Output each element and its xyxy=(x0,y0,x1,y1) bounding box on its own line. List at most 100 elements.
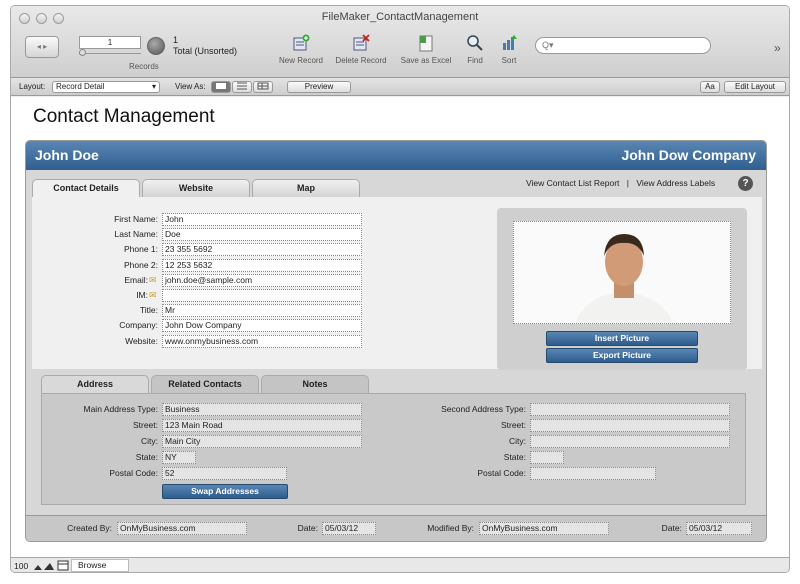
contact-header: John Doe John Dow Company xyxy=(26,141,766,170)
company-field[interactable]: John Dow Company xyxy=(162,319,362,333)
zoom-icon[interactable] xyxy=(33,561,55,571)
company-label: Company: xyxy=(119,320,158,331)
city-field[interactable]: Main City xyxy=(162,435,362,448)
first-name-field[interactable]: John xyxy=(162,213,362,226)
layout-bar: Layout: Record Detail ▾ View As: Preview … xyxy=(11,78,789,96)
sort-button[interactable]: Sort xyxy=(497,34,521,65)
contact-name: John Doe xyxy=(35,147,99,163)
created-by-field: OnMyBusiness.com xyxy=(117,522,247,535)
save-as-excel-label: Save as Excel xyxy=(400,56,452,65)
edit-layout-button[interactable]: Edit Layout xyxy=(724,81,786,93)
save-as-excel-button[interactable]: Save as Excel xyxy=(397,34,455,65)
sort-icon xyxy=(503,35,517,50)
second-postal-code-field[interactable] xyxy=(530,467,656,480)
view-as-list-button[interactable] xyxy=(232,81,252,93)
toolbar-overflow-icon[interactable]: » xyxy=(774,41,781,55)
report-links: View Contact List Report | View Address … xyxy=(526,178,715,188)
total-label: Total (Unsorted) xyxy=(173,46,238,56)
quick-find-search-input[interactable]: Q▾ xyxy=(535,37,711,54)
swap-addresses-button[interactable]: Swap Addresses xyxy=(162,484,288,499)
chat-bubble-icon[interactable]: ✉ xyxy=(149,290,157,301)
record-footer: Created By: OnMyBusiness.com Date: 05/03… xyxy=(26,515,766,541)
second-city-label: City: xyxy=(509,436,526,446)
export-picture-button[interactable]: Export Picture xyxy=(546,348,698,363)
last-name-field[interactable]: Doe xyxy=(162,228,362,242)
website-field[interactable]: www.onmybusiness.com xyxy=(162,334,362,348)
find-label: Find xyxy=(467,56,483,65)
new-record-label: New Record xyxy=(278,56,323,65)
state-field[interactable]: NY xyxy=(162,451,196,464)
city-label: City: xyxy=(141,436,158,446)
second-state-label: State: xyxy=(503,452,526,462)
mode-indicator[interactable]: Browse xyxy=(71,559,129,572)
view-as-form-button[interactable] xyxy=(211,81,231,93)
modified-date-field: 05/03/12 xyxy=(686,522,752,535)
form-view-icon xyxy=(216,83,226,89)
phone-1-label: Phone 1: xyxy=(123,244,158,255)
record-navigation-book[interactable]: ◂ ▸ xyxy=(25,36,59,58)
second-street-label: Street: xyxy=(500,420,526,430)
created-date-field: 05/03/12 xyxy=(322,522,376,535)
title-bar: FileMaker_ContactManagement ◂ ▸ 1 Record… xyxy=(11,6,789,78)
zoom-level[interactable]: 100 xyxy=(14,561,28,571)
layout-select-value: Record Detail xyxy=(56,82,105,91)
second-address-type-label: Second Address Type: xyxy=(441,404,526,414)
send-email-icon[interactable]: ✉ xyxy=(149,275,157,286)
record-slider[interactable] xyxy=(79,53,141,57)
im-field[interactable] xyxy=(162,289,362,302)
chevron-down-icon: ▾ xyxy=(151,82,156,91)
view-as-table-button[interactable] xyxy=(253,81,273,93)
street-field[interactable]: 123 Main Road xyxy=(162,419,362,432)
find-button[interactable]: Find xyxy=(463,34,487,65)
tab-contact-details[interactable]: Contact Details xyxy=(32,179,140,198)
title-label: Title: xyxy=(139,305,158,316)
email-field[interactable]: john.doe@sample.com xyxy=(162,273,362,287)
window-title: FileMaker_ContactManagement xyxy=(321,11,479,23)
status-toolbar-toggle-icon[interactable] xyxy=(57,560,69,571)
view-as-label: View As: xyxy=(175,82,206,91)
record-slider-knob[interactable] xyxy=(79,49,86,56)
main-address-type-field[interactable]: Business xyxy=(162,403,362,416)
text-formatting-button[interactable]: Aa xyxy=(700,81,720,93)
find-magnifier-icon xyxy=(467,35,483,51)
tab-map[interactable]: Map xyxy=(252,179,360,197)
second-postal-code-label: Postal Code: xyxy=(477,468,526,478)
preview-button[interactable]: Preview xyxy=(287,81,351,93)
layout-select[interactable]: Record Detail ▾ xyxy=(52,81,160,93)
postal-code-field[interactable]: 52 xyxy=(162,467,287,480)
new-record-button[interactable]: New Record xyxy=(275,34,327,65)
delete-record-label: Delete Record xyxy=(335,56,387,65)
total-count: 1 xyxy=(173,35,179,45)
view-contact-list-report-link[interactable]: View Contact List Report xyxy=(526,178,619,188)
company-name: John Dow Company xyxy=(621,147,756,163)
app-window: FileMaker_ContactManagement ◂ ▸ 1 Record… xyxy=(10,5,790,573)
excel-icon xyxy=(419,35,433,52)
tab-website[interactable]: Website xyxy=(142,179,250,197)
tab-notes[interactable]: Notes xyxy=(261,375,369,393)
phone-1-field[interactable]: 23 355 5692 xyxy=(162,243,362,257)
layout-label: Layout: xyxy=(19,82,46,91)
help-icon[interactable]: ? xyxy=(738,176,753,191)
email-label: Email: xyxy=(124,274,148,285)
phone-2-field[interactable]: 12 253 5632 xyxy=(162,258,362,272)
record-number-field[interactable]: 1 xyxy=(79,36,141,49)
record-pie-icon xyxy=(147,37,165,55)
view-address-labels-link[interactable]: View Address Labels xyxy=(636,178,715,188)
status-bar: 100 Browse xyxy=(11,557,789,572)
last-name-label: Last Name: xyxy=(114,229,158,240)
tab-address[interactable]: Address xyxy=(41,375,149,394)
delete-record-button[interactable]: Delete Record xyxy=(333,34,389,65)
second-address-type-field[interactable] xyxy=(530,403,730,416)
page-title: Contact Management xyxy=(33,106,215,127)
tab-related-contacts[interactable]: Related Contacts xyxy=(151,375,259,393)
second-city-field[interactable] xyxy=(530,435,730,448)
contact-card: John Doe John Dow Company Contact Detail… xyxy=(25,140,767,542)
contact-photo[interactable] xyxy=(513,221,731,324)
insert-picture-button[interactable]: Insert Picture xyxy=(546,331,698,346)
second-state-field[interactable] xyxy=(530,451,564,464)
second-street-field[interactable] xyxy=(530,419,730,432)
modified-date-label: Date: xyxy=(661,523,682,533)
picture-panel: Insert Picture Export Picture xyxy=(497,208,747,370)
title-field[interactable]: Mr xyxy=(162,304,362,318)
phone-2-label: Phone 2: xyxy=(123,259,158,270)
